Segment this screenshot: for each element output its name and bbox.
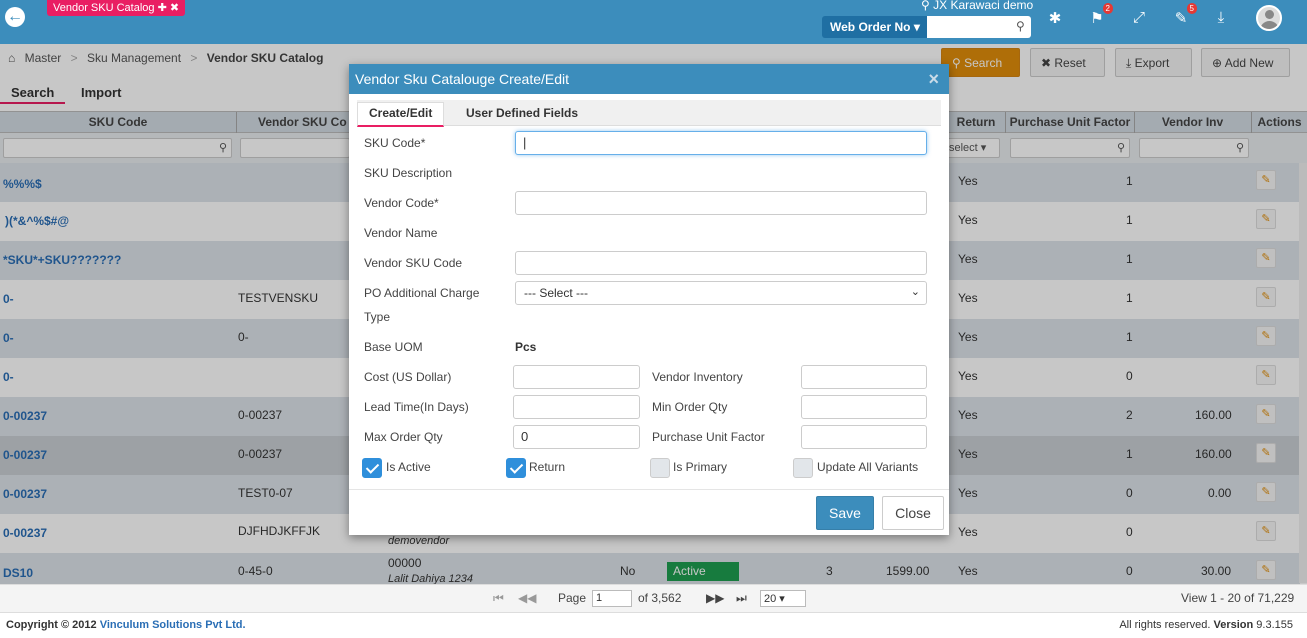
fullscreen-icon[interactable]: ⤢ <box>1129 9 1149 26</box>
close-icon[interactable]: × <box>928 69 939 90</box>
copyright: Copyright © 2012 Vinculum Solutions Pvt … <box>6 619 246 631</box>
per-page-value: 20 <box>764 593 777 605</box>
vendor-sku-code-label: Vendor SKU Code <box>364 256 463 270</box>
tools-icon[interactable]: ✎ 5 <box>1171 3 1197 27</box>
update-all-variants-label: Update All Variants <box>817 460 919 474</box>
vendor-name-label: Vendor Name <box>364 226 438 240</box>
cost-input[interactable] <box>513 365 640 389</box>
tools-badge: 5 <box>1186 3 1197 14</box>
vendor-inventory-label: Vendor Inventory <box>652 370 743 384</box>
base-uom-label: Base UOM <box>364 340 423 354</box>
rights-text: All rights reserved. <box>1119 619 1211 631</box>
modal-tabs: Create/Edit User Defined Fields <box>357 100 941 127</box>
max-order-qty-input[interactable]: 0 <box>513 425 640 449</box>
vendor-sku-modal: Vendor Sku Catalouge Create/Edit × Creat… <box>349 64 949 535</box>
save-button[interactable]: Save <box>816 496 874 530</box>
per-page-select[interactable]: 20 ▾ <box>760 590 806 607</box>
purchase-unit-factor-input[interactable] <box>801 425 927 449</box>
page-total: of 3,562 <box>638 591 682 605</box>
flag-icon[interactable]: ⚑ 2 <box>1087 3 1113 27</box>
cost-label: Cost (US Dollar) <box>364 370 452 384</box>
user-avatar[interactable] <box>1256 5 1282 31</box>
po-charge-select-value: --- Select --- <box>524 286 588 300</box>
modal-header: Vendor Sku Catalouge Create/Edit × <box>349 64 949 94</box>
top-bar: ← Vendor SKU Catalog ✚ ✖ ⚲ JX Karawaci d… <box>0 0 1307 44</box>
web-order-dropdown[interactable]: Web Order No ▾ <box>822 16 928 38</box>
web-order-label: Web Order No <box>830 20 911 34</box>
chevron-down-icon: ▾ <box>913 20 920 34</box>
tab-user-defined-fields[interactable]: User Defined Fields <box>455 104 589 122</box>
footer-right: All rights reserved. Version 9.3.155 <box>1119 619 1293 631</box>
return-label: Return <box>529 460 566 474</box>
purchase-unit-factor-label: Purchase Unit Factor <box>652 430 765 444</box>
pager: ⏮ ◀◀ Page 1 of 3,562 ▶▶ ⏭ 20 ▾ View 1 - … <box>0 584 1307 612</box>
flag-badge: 2 <box>1102 3 1113 14</box>
search-icon[interactable]: ⚲ <box>1016 19 1025 33</box>
company-link[interactable]: Vinculum Solutions Pvt Ltd. <box>100 619 246 631</box>
update-all-variants-checkbox[interactable] <box>793 458 813 478</box>
version-label: Version <box>1213 619 1254 631</box>
po-charge-type-select[interactable]: --- Select --- ⌄ <box>515 281 927 305</box>
po-charge-label: PO Additional Charge <box>364 286 480 300</box>
return-checkbox[interactable] <box>506 458 526 478</box>
copyright-text: Copyright © 2012 <box>6 619 97 631</box>
min-order-qty-label: Min Order Qty <box>652 400 728 414</box>
po-charge-label-type: Type <box>364 310 391 324</box>
is-active-label: Is Active <box>386 460 431 474</box>
vendor-code-input[interactable] <box>515 191 927 215</box>
location-text: JX Karawaci demo <box>933 0 1034 12</box>
is-primary-checkbox[interactable] <box>650 458 670 478</box>
max-order-qty-label: Max Order Qty <box>364 430 443 444</box>
close-button[interactable]: Close <box>882 496 944 530</box>
is-primary-label: Is Primary <box>673 460 727 474</box>
page-label: Page <box>558 591 587 605</box>
app-tab[interactable]: Vendor SKU Catalog ✚ ✖ <box>47 0 186 16</box>
modal-footer-divider <box>349 489 949 490</box>
tab-create-edit[interactable]: Create/Edit <box>357 102 445 127</box>
gear-icon[interactable]: ✱ <box>1045 9 1065 27</box>
base-uom-value: Pcs <box>515 340 537 354</box>
min-order-qty-input[interactable] <box>801 395 927 419</box>
sku-code-input[interactable]: | <box>515 131 927 155</box>
lead-time-label: Lead Time(In Days) <box>364 400 469 414</box>
vendor-sku-code-input[interactable] <box>515 251 927 275</box>
next-page-icon[interactable]: ▶▶ <box>706 591 724 605</box>
version-number: 9.3.155 <box>1256 619 1293 631</box>
back-arrow-icon[interactable]: ← <box>5 7 25 27</box>
lead-time-input[interactable] <box>513 395 640 419</box>
view-count: View 1 - 20 of 71,229 <box>1181 591 1295 605</box>
last-page-icon[interactable]: ⏭ <box>736 591 747 606</box>
sku-code-label: SKU Code* <box>364 136 426 150</box>
prev-page-icon[interactable]: ◀◀ <box>518 591 536 605</box>
vendor-inventory-input[interactable] <box>801 365 927 389</box>
sku-description-label: SKU Description <box>364 166 453 180</box>
chevron-down-icon: ⌄ <box>910 286 920 298</box>
is-active-checkbox[interactable] <box>362 458 382 478</box>
first-page-icon[interactable]: ⏮ <box>493 591 504 606</box>
footer: Copyright © 2012 Vinculum Solutions Pvt … <box>0 612 1307 638</box>
download-icon[interactable]: ⤓ <box>1211 9 1231 26</box>
page-input[interactable]: 1 <box>592 590 632 607</box>
location-label[interactable]: ⚲ JX Karawaci demo <box>921 0 1033 12</box>
vendor-code-label: Vendor Code* <box>364 196 439 210</box>
modal-title: Vendor Sku Catalouge Create/Edit <box>355 71 570 87</box>
